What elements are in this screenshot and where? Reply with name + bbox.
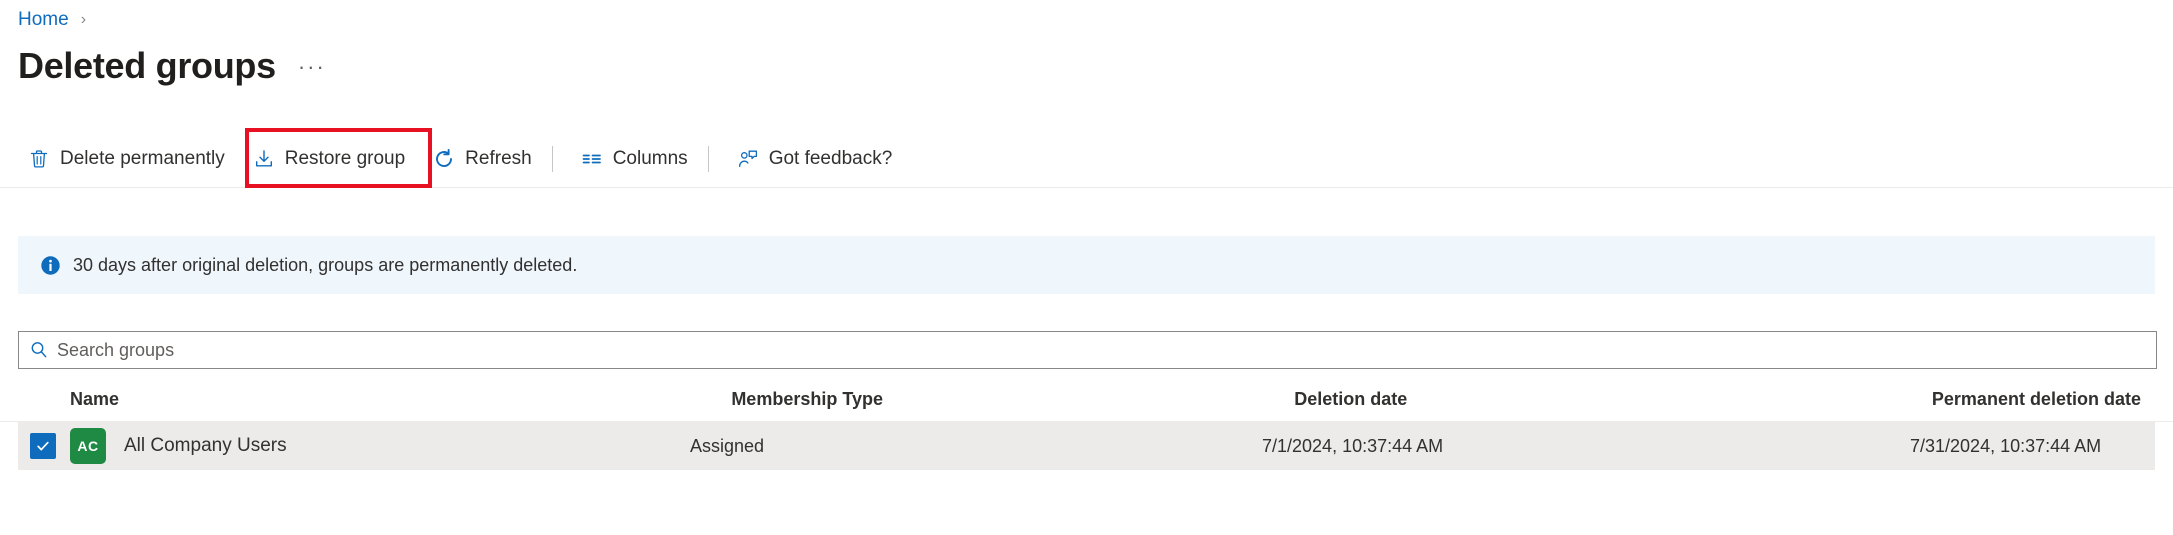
more-actions-ellipsis-icon[interactable]: ···	[298, 45, 326, 89]
breadcrumb-separator-icon: ›	[80, 11, 87, 28]
info-banner: 30 days after original deletion, groups …	[18, 236, 2155, 294]
got-feedback-label: Got feedback?	[768, 147, 893, 169]
delete-permanently-label: Delete permanently	[60, 147, 225, 169]
breadcrumb: Home ›	[18, 8, 86, 32]
columns-list-icon	[581, 148, 603, 170]
restore-group-button[interactable]: Restore group	[243, 139, 415, 179]
column-header-permanent-deletion-date[interactable]: Permanent deletion date	[1932, 389, 2173, 410]
table-header-row: Name Membership Type Deletion date Perma…	[0, 378, 2173, 422]
refresh-icon	[433, 148, 455, 170]
row-group-name[interactable]: All Company Users	[124, 435, 287, 457]
feedback-person-icon	[737, 148, 759, 170]
delete-permanently-button[interactable]: Delete permanently	[18, 139, 235, 179]
restore-group-label: Restore group	[284, 147, 406, 169]
column-header-deletion-date[interactable]: Deletion date	[1294, 389, 1932, 410]
columns-button[interactable]: Columns	[571, 139, 698, 179]
avatar: AC	[70, 428, 106, 464]
breadcrumb-home-link[interactable]: Home	[18, 8, 69, 32]
info-circle-icon	[40, 255, 61, 276]
toolbar-divider	[707, 145, 709, 172]
deleted-groups-table: Name Membership Type Deletion date Perma…	[0, 378, 2173, 470]
column-header-membership-type[interactable]: Membership Type	[731, 389, 1294, 410]
columns-label: Columns	[612, 147, 688, 169]
restore-download-icon	[253, 148, 275, 170]
search-groups-box[interactable]	[18, 331, 2157, 369]
refresh-label: Refresh	[465, 147, 532, 169]
row-permanent-deletion-date: 7/31/2024, 10:37:44 AM	[1910, 435, 2102, 456]
row-membership-type: Assigned	[690, 435, 765, 456]
page-title-row: Deleted groups ···	[18, 44, 326, 93]
row-name-cell: AC All Company Users	[18, 428, 690, 464]
search-icon	[29, 340, 49, 360]
trash-icon	[28, 148, 50, 170]
column-header-name[interactable]: Name	[18, 389, 731, 410]
refresh-button[interactable]: Refresh	[423, 139, 542, 179]
search-input[interactable]	[57, 332, 2156, 368]
info-banner-message: 30 days after original deletion, groups …	[73, 255, 578, 275]
row-deletion-date: 7/1/2024, 10:37:44 AM	[1262, 435, 1444, 456]
page-title: Deleted groups	[18, 45, 276, 86]
row-select-checkbox[interactable]	[30, 433, 56, 459]
command-bar: Delete permanently Restore group Refresh	[0, 130, 2173, 188]
toolbar-divider	[551, 145, 553, 172]
got-feedback-button[interactable]: Got feedback?	[727, 139, 903, 179]
table-row[interactable]: AC All Company Users Assigned 7/1/2024, …	[18, 422, 2155, 470]
